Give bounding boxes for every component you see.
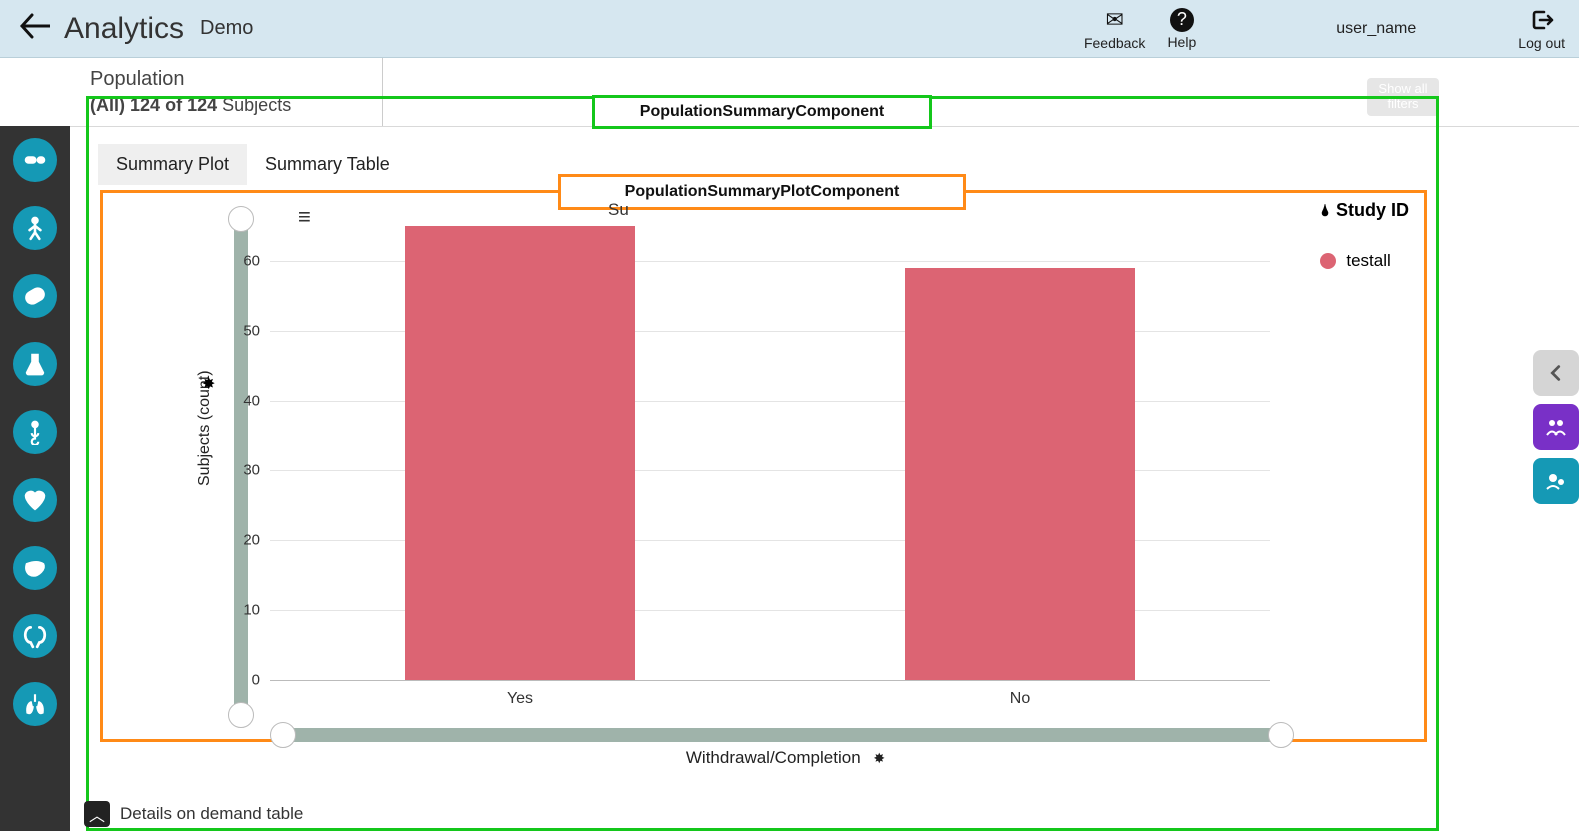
x-range-handle-left[interactable] — [270, 722, 296, 748]
chart-title-fragment: Su — [608, 200, 629, 220]
divider — [382, 58, 383, 126]
feedback-label: Feedback — [1084, 35, 1145, 51]
sidebar-item-dosing[interactable] — [13, 138, 57, 182]
y-tick-label: 30 — [220, 462, 260, 479]
right-subjects-button[interactable] — [1533, 458, 1579, 504]
logout-label: Log out — [1518, 35, 1565, 51]
y-range-handle-bottom[interactable] — [228, 702, 254, 728]
chart-legend: 🌢 Study ID testall — [1320, 200, 1409, 271]
plot-area: 0102030405060 — [270, 226, 1270, 680]
sidebar-item-labs[interactable] — [13, 342, 57, 386]
y-range-handle-top[interactable] — [228, 206, 254, 232]
legend-item-label: testall — [1346, 251, 1390, 271]
sidebar-item-conmeds[interactable] — [13, 274, 57, 318]
y-tick-label: 50 — [220, 322, 260, 339]
logout-button[interactable]: Log out — [1518, 7, 1565, 51]
sidebar — [0, 126, 70, 831]
app-title: Analytics — [64, 12, 184, 46]
x-range-handle-right[interactable] — [1268, 722, 1294, 748]
tabs: Summary Plot Summary Table — [98, 144, 408, 185]
y-tick-label: 40 — [220, 392, 260, 409]
bar[interactable] — [905, 268, 1135, 680]
legend-title: Study ID — [1336, 200, 1409, 220]
x-axis-line — [270, 680, 1270, 681]
population-header: Population (All) 124 of 124 Subjects — [90, 66, 291, 117]
sidebar-item-renal[interactable] — [13, 614, 57, 658]
bar[interactable] — [405, 226, 635, 680]
sidebar-item-adverse-events[interactable] — [13, 206, 57, 250]
sidebar-item-cardiac[interactable] — [13, 478, 57, 522]
envelope-icon: ✉ — [1105, 7, 1123, 33]
back-arrow-icon[interactable] — [20, 9, 50, 48]
sidebar-item-respiratory[interactable] — [13, 682, 57, 726]
population-title: Population — [90, 66, 291, 93]
context-label: Demo — [200, 17, 253, 40]
x-axis-label: Withdrawal/Completion ✸ — [686, 748, 885, 768]
dod-label: Details on demand table — [120, 804, 303, 824]
y-tick-label: 20 — [220, 532, 260, 549]
y-tick-label: 10 — [220, 602, 260, 619]
right-collapse-button[interactable] — [1533, 350, 1579, 396]
x-tick-label: No — [1010, 690, 1030, 708]
expand-dod-icon[interactable]: ︿ — [84, 801, 110, 827]
help-label: Help — [1167, 34, 1196, 50]
tab-summary-table[interactable]: Summary Table — [247, 144, 408, 185]
population-subtitle: (All) 124 of 124 Subjects — [90, 93, 291, 117]
right-cohort-button[interactable] — [1533, 404, 1579, 450]
tab-summary-plot[interactable]: Summary Plot — [98, 144, 247, 185]
show-all-filters-button[interactable]: Show all filters — [1367, 78, 1439, 116]
help-icon: ? — [1170, 8, 1194, 32]
droplet-icon: 🌢 — [1320, 203, 1330, 220]
chart: ≡ Su 🌢Study ID testall Subjects (count) … — [162, 196, 1409, 756]
legend-item[interactable]: testall — [1320, 251, 1409, 271]
help-button[interactable]: ? Help — [1167, 8, 1196, 50]
x-range-slider[interactable] — [282, 728, 1282, 742]
logout-icon — [1530, 7, 1554, 33]
feedback-button[interactable]: ✉ Feedback — [1084, 7, 1145, 51]
x-axis-settings-icon[interactable]: ✸ — [873, 750, 885, 766]
right-panel — [1533, 350, 1579, 504]
y-tick-label: 60 — [220, 252, 260, 269]
user-name: user_name — [1336, 20, 1416, 38]
sidebar-item-population[interactable] — [0, 58, 30, 93]
x-tick-label: Yes — [507, 690, 533, 708]
sidebar-item-liver[interactable] — [13, 546, 57, 590]
main-area: Summary Plot Summary Table PopulationSum… — [70, 126, 1579, 831]
sidebar-item-vitals[interactable] — [13, 410, 57, 454]
details-on-demand: ︿ Details on demand table — [84, 801, 303, 827]
legend-swatch — [1320, 253, 1336, 269]
top-bar: Analytics Demo ✉ Feedback ? Help user_na… — [0, 0, 1579, 58]
y-axis-settings-icon[interactable]: ✸ — [202, 374, 215, 394]
y-tick-label: 0 — [220, 672, 260, 689]
overlay-outer-label: PopulationSummaryComponent — [592, 95, 932, 129]
